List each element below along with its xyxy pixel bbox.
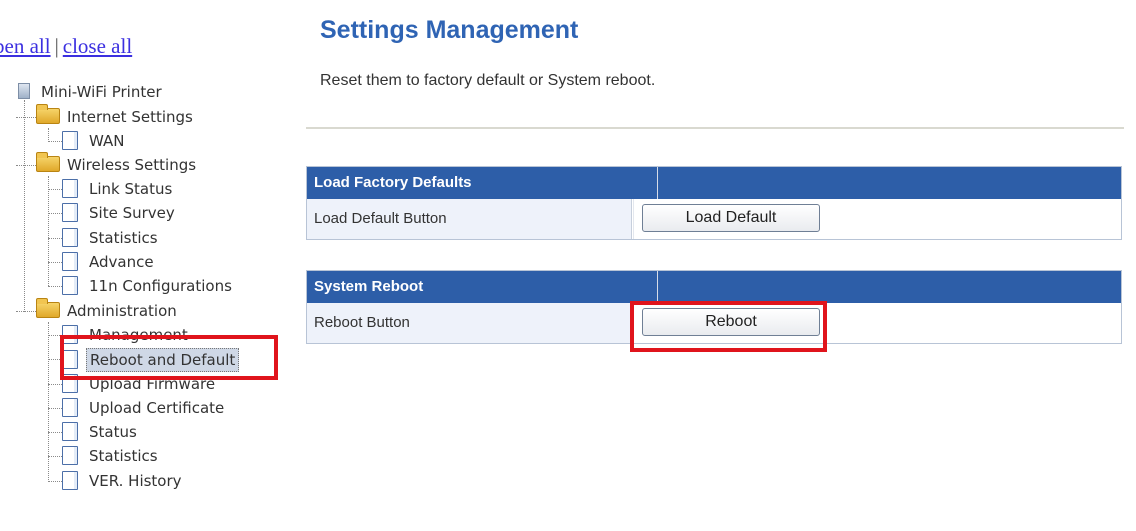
tree-item-label: Site Survey: [89, 204, 175, 222]
open-all-link[interactable]: pen all: [0, 34, 51, 58]
tree-item-label: 11n Configurations: [89, 277, 232, 295]
factory-defaults-heading: Load Factory Defaults: [314, 174, 472, 191]
page-icon: [62, 446, 78, 465]
tree-item-site-survey[interactable]: Site Survey: [62, 202, 178, 224]
divider: [306, 127, 1124, 129]
tree-item-label: Status: [89, 423, 137, 441]
folder-label: Administration: [67, 302, 177, 320]
load-default-label: Load Default Button: [307, 199, 632, 239]
page-description: Reset them to factory default or System …: [320, 72, 656, 89]
tree-connector: [48, 322, 49, 482]
tree-connector: [16, 165, 36, 166]
tree-item-ver-history[interactable]: VER. History: [62, 470, 185, 492]
page-icon: [62, 179, 78, 198]
tree-connector: [48, 408, 62, 409]
tree-folder-wireless-settings[interactable]: Wireless Settings: [36, 152, 199, 176]
page-icon: [62, 471, 78, 490]
tree-connector: [48, 176, 49, 286]
factory-defaults-table: Load Factory Defaults Load Default Butto…: [306, 166, 1122, 240]
tree-item-label: Statistics: [89, 447, 158, 465]
tree-item-11n-configurations[interactable]: 11n Configurations: [62, 275, 235, 297]
tree-item-label: Statistics: [89, 229, 158, 247]
table-row: Load Default Button Load Default: [307, 199, 1121, 239]
tree-item-statistics[interactable]: Statistics: [62, 227, 161, 249]
navigation-tree: pen all|close all Mini-WiFi Printer Inte…: [0, 0, 300, 531]
folder-open-icon: [36, 298, 60, 318]
tree-connector: [16, 311, 36, 312]
tree-connector: [48, 456, 62, 457]
tree-item-label: VER. History: [89, 472, 182, 490]
tree-item-advance[interactable]: Advance: [62, 251, 157, 273]
page-icon: [62, 398, 78, 417]
folder-open-icon: [36, 104, 60, 124]
tree-connector: [48, 481, 62, 482]
tree-root[interactable]: Mini-WiFi Printer: [18, 81, 165, 103]
tree-connector: [48, 141, 62, 142]
tree-connector: [48, 238, 62, 239]
tree-item-admin-statistics[interactable]: Statistics: [62, 445, 161, 467]
system-reboot-heading: System Reboot: [314, 278, 424, 295]
tree-root-label: Mini-WiFi Printer: [41, 83, 162, 101]
load-default-button[interactable]: Load Default: [642, 204, 820, 232]
table-header: Load Factory Defaults: [307, 167, 1121, 199]
page-icon: [62, 228, 78, 247]
folder-label: Wireless Settings: [67, 156, 197, 174]
header-divider: [657, 271, 658, 303]
folder-label: Internet Settings: [67, 108, 193, 126]
folder-open-icon: [36, 152, 60, 172]
tree-connector: [48, 432, 62, 433]
printer-icon: [18, 83, 30, 99]
close-all-link[interactable]: close all: [63, 34, 132, 58]
header-divider: [657, 167, 658, 199]
tree-item-label: WAN: [89, 132, 125, 150]
tree-connector: [16, 117, 36, 118]
page-icon: [62, 203, 78, 222]
table-cell: Load Default: [633, 199, 1121, 239]
page-icon: [62, 131, 78, 150]
highlight-box-tree: [60, 335, 278, 380]
page-icon: [62, 276, 78, 295]
tree-item-upload-certificate[interactable]: Upload Certificate: [62, 397, 227, 419]
tree-item-label: Link Status: [89, 180, 173, 198]
link-separator: |: [54, 34, 59, 58]
page-icon: [62, 252, 78, 271]
page-icon: [62, 422, 78, 441]
tree-folder-internet-settings[interactable]: Internet Settings: [36, 104, 196, 128]
reboot-label: Reboot Button: [307, 303, 632, 343]
tree-item-status[interactable]: Status: [62, 421, 140, 443]
tree-connector: [24, 100, 25, 312]
tree-item-link-status[interactable]: Link Status: [62, 178, 175, 200]
tree-folder-administration[interactable]: Administration: [36, 298, 180, 322]
tree-connector: [48, 189, 62, 190]
tree-item-label: Advance: [89, 253, 154, 271]
tree-connector: [48, 262, 62, 263]
highlight-box-reboot: [630, 301, 827, 352]
tree-connector: [48, 384, 62, 385]
tree-item-label: Upload Certificate: [89, 399, 225, 417]
tree-connector: [48, 128, 49, 142]
tree-connector: [48, 213, 62, 214]
tree-toolbar: pen all|close all: [0, 34, 132, 59]
tree-item-wan[interactable]: WAN: [62, 130, 128, 152]
tree-connector: [48, 286, 62, 287]
page-title: Settings Management: [320, 16, 579, 44]
table-header: System Reboot: [307, 271, 1121, 303]
